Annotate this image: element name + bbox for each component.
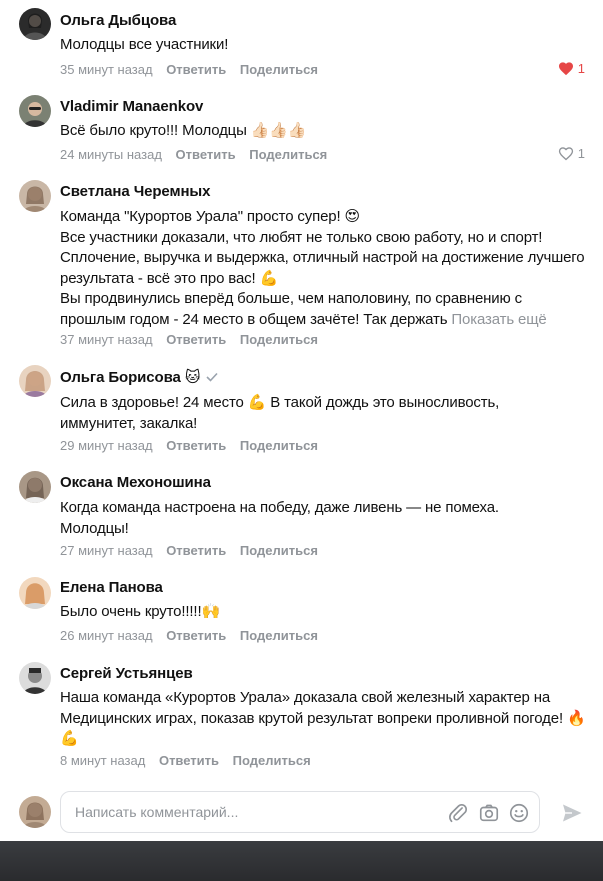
comment-time[interactable]: 24 минуты назад	[60, 147, 162, 162]
comment-author[interactable]: Оксана Мехоношина	[60, 474, 211, 491]
cat-emoji-icon: 🐱	[184, 369, 201, 386]
heart-outline-icon	[558, 147, 573, 161]
comment-input-placeholder: Написать комментарий...	[75, 804, 239, 820]
avatar[interactable]	[19, 577, 51, 609]
comment-time[interactable]: 27 минут назад	[60, 543, 153, 558]
avatar[interactable]	[19, 8, 51, 40]
like-count: 1	[577, 61, 585, 76]
comment-meta: 27 минут назад Ответить Поделиться	[60, 543, 328, 558]
avatar[interactable]	[19, 471, 51, 503]
comment-time[interactable]: 8 минут назад	[60, 753, 145, 768]
reply-button[interactable]: Ответить	[176, 147, 236, 162]
comment-text: Сила в здоровье! 24 место 💪 В такой дожд…	[60, 394, 500, 432]
comment-time[interactable]: 29 минут назад	[60, 438, 153, 453]
avatar[interactable]	[19, 662, 51, 694]
comment-text: Команда "Курортов Урала" просто супер! 😍…	[60, 207, 590, 330]
like-count: 1	[577, 146, 585, 161]
comment-text-line: Все участники доказали, что любят не тол…	[60, 228, 543, 246]
comment-text: Наша команда «Курортов Урала» доказала с…	[60, 689, 586, 747]
reply-button[interactable]: Ответить	[159, 753, 219, 768]
share-button[interactable]: Поделиться	[233, 753, 311, 768]
comment-meta: 24 минуты назад Ответить Поделиться	[60, 147, 337, 162]
comment-author[interactable]: Ольга Борисова 🐱	[60, 368, 219, 386]
comment-text-line: Вы продвинулись вперёд больше, чем напол…	[60, 289, 590, 330]
share-button[interactable]: Поделиться	[240, 332, 318, 347]
show-more-link[interactable]: Показать ещё	[451, 311, 546, 328]
comment-input[interactable]: Написать комментарий...	[60, 791, 540, 833]
comment-author-name: Ольга Борисова	[60, 369, 181, 386]
like-button[interactable]: 1	[558, 61, 585, 76]
comment-author[interactable]: Елена Панова	[60, 579, 163, 596]
share-button[interactable]: Поделиться	[240, 543, 318, 558]
comment-text: Когда команда настроена на победу, даже …	[60, 499, 499, 537]
attach-icon[interactable]	[447, 802, 469, 824]
comment-text: Молодцы все участники!	[60, 36, 229, 53]
reply-button[interactable]: Ответить	[166, 543, 226, 558]
my-avatar[interactable]	[19, 796, 51, 828]
emoji-icon[interactable]	[508, 802, 530, 824]
comment-meta: 29 минут назад Ответить Поделиться	[60, 438, 328, 453]
comment-author[interactable]: Светлана Черемных	[60, 183, 210, 200]
heart-filled-icon	[558, 62, 573, 76]
comment-text-line: Команда "Курортов Урала" просто супер! 😍	[60, 208, 360, 225]
comment-author[interactable]: Сергей Устьянцев	[60, 665, 193, 682]
avatar[interactable]	[19, 365, 51, 397]
camera-icon[interactable]	[478, 802, 500, 824]
avatar[interactable]	[19, 180, 51, 212]
reply-button[interactable]: Ответить	[166, 62, 226, 77]
reply-button[interactable]: Ответить	[166, 332, 226, 347]
comment-text-line: Сплочение, выручка и выдержка, отличный …	[60, 249, 585, 287]
send-icon[interactable]	[560, 801, 584, 825]
reply-button[interactable]: Ответить	[166, 628, 226, 643]
comment-meta: 37 минут назад Ответить Поделиться	[60, 332, 328, 347]
comment-meta: 8 минут назад Ответить Поделиться	[60, 753, 321, 768]
reply-button[interactable]: Ответить	[166, 438, 226, 453]
share-button[interactable]: Поделиться	[240, 62, 318, 77]
share-button[interactable]: Поделиться	[240, 438, 318, 453]
comment-composer: Написать комментарий...	[0, 780, 603, 840]
system-bottom-bar	[0, 841, 603, 881]
comment-time[interactable]: 35 минут назад	[60, 62, 153, 77]
comment-text: Всё было круто!!! Молодцы 👍🏻👍🏻👍🏻	[60, 122, 307, 139]
comment-time[interactable]: 26 минут назад	[60, 628, 153, 643]
avatar[interactable]	[19, 95, 51, 127]
share-button[interactable]: Поделиться	[240, 628, 318, 643]
comment-author[interactable]: Ольга Дыбцова	[60, 12, 176, 29]
comment-meta: 26 минут назад Ответить Поделиться	[60, 628, 328, 643]
verified-check-icon	[206, 372, 219, 382]
comment-time[interactable]: 37 минут назад	[60, 332, 153, 347]
comment-text: Было очень круто!!!!!🙌	[60, 603, 220, 620]
comment-author[interactable]: Vladimir Manaenkov	[60, 98, 203, 115]
comment-meta: 35 минут назад Ответить Поделиться	[60, 62, 328, 77]
like-button[interactable]: 1	[558, 146, 585, 161]
share-button[interactable]: Поделиться	[249, 147, 327, 162]
